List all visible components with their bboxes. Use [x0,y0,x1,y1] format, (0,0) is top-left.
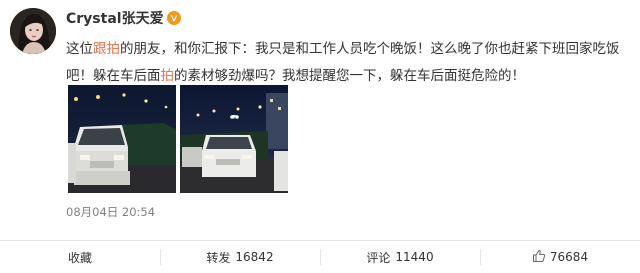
repost-label: 转发 [206,250,231,265]
repost-button[interactable]: 转发 16842 [160,241,320,273]
post-body: Crystal张天爱 这位跟拍的朋友，和你汇报下：我只是和工作人员吃个晚饭！这么… [66,8,626,90]
comment-count: 11440 [395,250,434,264]
comment-label: 评论 [366,250,391,265]
photo-2[interactable] [180,85,288,193]
like-button[interactable]: 76684 [480,241,640,273]
favorite-button[interactable]: 收藏 [0,241,160,273]
post-text: 这位跟拍的朋友，和你汇报下：我只是和工作人员吃个晚饭！这么晚了你也赶紧下班回家吃… [66,41,620,84]
timestamp[interactable]: 08月04日 20:54 [66,204,155,220]
comment-button[interactable]: 评论 11440 [320,241,480,273]
highlight-link[interactable]: 跟拍 [93,41,120,57]
photo-1[interactable] [68,85,176,193]
highlight-link[interactable]: 拍 [161,68,175,84]
like-count: 76684 [549,250,589,264]
repost-count: 16842 [235,250,274,264]
verified-v-icon [166,11,181,25]
avatar[interactable] [10,8,56,54]
favorite-label: 收藏 [67,250,92,265]
thumbs-up-icon [532,249,546,266]
username-link[interactable]: Crystal张天爱 [66,8,164,28]
action-bar: 收藏 转发 16842 评论 11440 76684 [0,241,640,273]
